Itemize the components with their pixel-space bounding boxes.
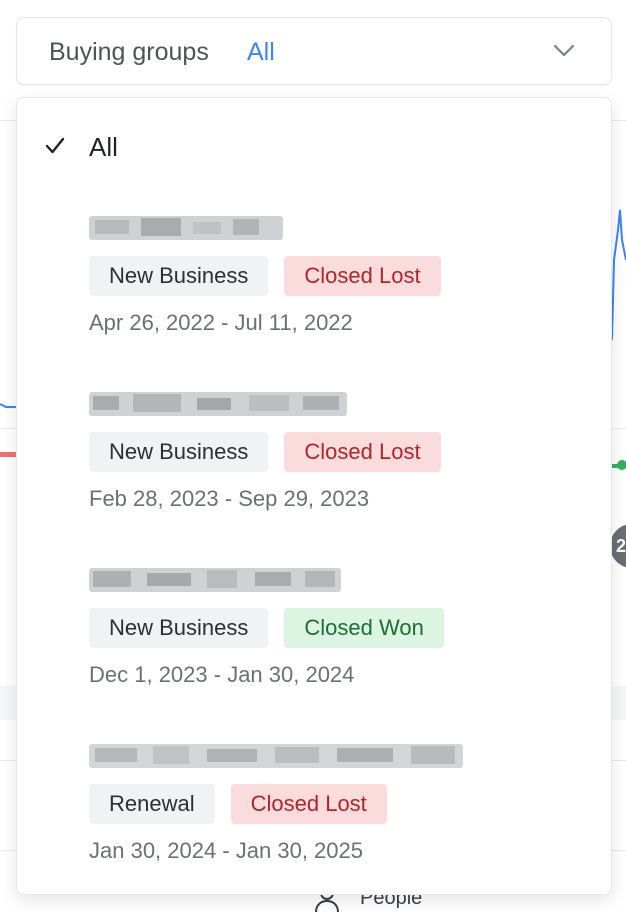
group-tags: New Business Closed Lost bbox=[89, 256, 441, 296]
status-badge-closed-lost: Closed Lost bbox=[230, 784, 387, 824]
deal-type-tag: New Business bbox=[89, 608, 269, 648]
redacted-group-name bbox=[89, 738, 463, 772]
page: 2 People Buying groups All All New Busin… bbox=[0, 0, 626, 912]
background-chart-line bbox=[0, 452, 16, 457]
buying-group-item[interactable]: Renewal Closed Lost Jan 30, 2024 - Jan 3… bbox=[17, 738, 613, 898]
deal-type-tag: New Business bbox=[89, 256, 269, 296]
buying-group-item[interactable]: New Business Closed Lost Apr 26, 2022 - … bbox=[17, 210, 613, 370]
deal-type-tag: New Business bbox=[89, 432, 269, 472]
background-chart-point bbox=[617, 460, 626, 470]
group-date-range: Jan 30, 2024 - Jan 30, 2025 bbox=[89, 838, 363, 863]
status-badge-closed-lost: Closed Lost bbox=[284, 256, 441, 296]
group-date-range: Apr 26, 2022 - Jul 11, 2022 bbox=[89, 310, 353, 335]
background-chart-line bbox=[0, 403, 16, 408]
group-tags: Renewal Closed Lost bbox=[89, 784, 387, 824]
select-label: Buying groups bbox=[49, 38, 209, 66]
redacted-group-name bbox=[89, 386, 347, 420]
menu-option-label: All bbox=[89, 132, 118, 162]
group-date-range: Dec 1, 2023 - Jan 30, 2024 bbox=[89, 662, 355, 687]
group-tags: New Business Closed Won bbox=[89, 608, 444, 648]
status-badge-closed-won: Closed Won bbox=[284, 608, 444, 648]
buying-group-item[interactable]: New Business Closed Won Dec 1, 2023 - Ja… bbox=[17, 562, 613, 722]
status-badge-closed-lost: Closed Lost bbox=[284, 432, 441, 472]
check-icon bbox=[45, 137, 65, 154]
redacted-group-name bbox=[89, 562, 341, 596]
deal-type-tag: Renewal bbox=[89, 784, 215, 824]
buying-groups-menu: All New Business Closed Lost Apr 26, 202… bbox=[16, 97, 612, 895]
buying-groups-select[interactable]: Buying groups All bbox=[16, 17, 612, 85]
chevron-down-icon bbox=[553, 44, 575, 57]
group-date-range: Feb 28, 2023 - Sep 29, 2023 bbox=[89, 486, 370, 511]
select-current-value: All bbox=[247, 38, 275, 66]
redacted-group-name bbox=[89, 210, 283, 244]
group-tags: New Business Closed Lost bbox=[89, 432, 441, 472]
buying-group-item[interactable]: New Business Closed Lost Feb 28, 2023 - … bbox=[17, 386, 613, 546]
menu-option-all[interactable]: All bbox=[17, 122, 613, 172]
